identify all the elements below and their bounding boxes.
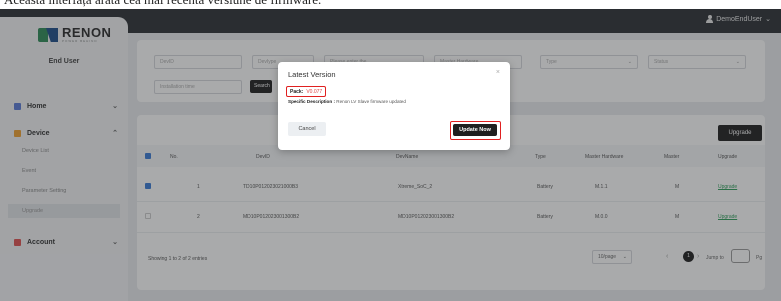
caption-strip: Această interfață arată cea mai recentă …: [0, 0, 781, 9]
latest-version-dialog: Latest Version × Pack: V0.077 Specific D…: [278, 62, 510, 150]
update-now-highlight: Update Now: [450, 121, 501, 140]
pack-label: Pack:: [290, 88, 304, 95]
pack-version-highlight: Pack: V0.077: [286, 86, 327, 97]
cancel-button[interactable]: Cancel: [288, 122, 326, 136]
modal-backdrop[interactable]: [0, 9, 781, 301]
close-icon[interactable]: ×: [496, 69, 500, 76]
pack-version: V0.077: [306, 88, 323, 95]
dialog-title: Latest Version: [288, 70, 336, 79]
caption-text: Această interfață arată cea mai recentă …: [4, 0, 321, 8]
description-text: Renon LV Slave firmware updated: [336, 99, 406, 104]
update-now-button[interactable]: Update Now: [453, 124, 497, 136]
firmware-description: Specific Description : Renon LV Slave fi…: [288, 99, 406, 104]
description-label: Specific Description :: [288, 99, 335, 104]
